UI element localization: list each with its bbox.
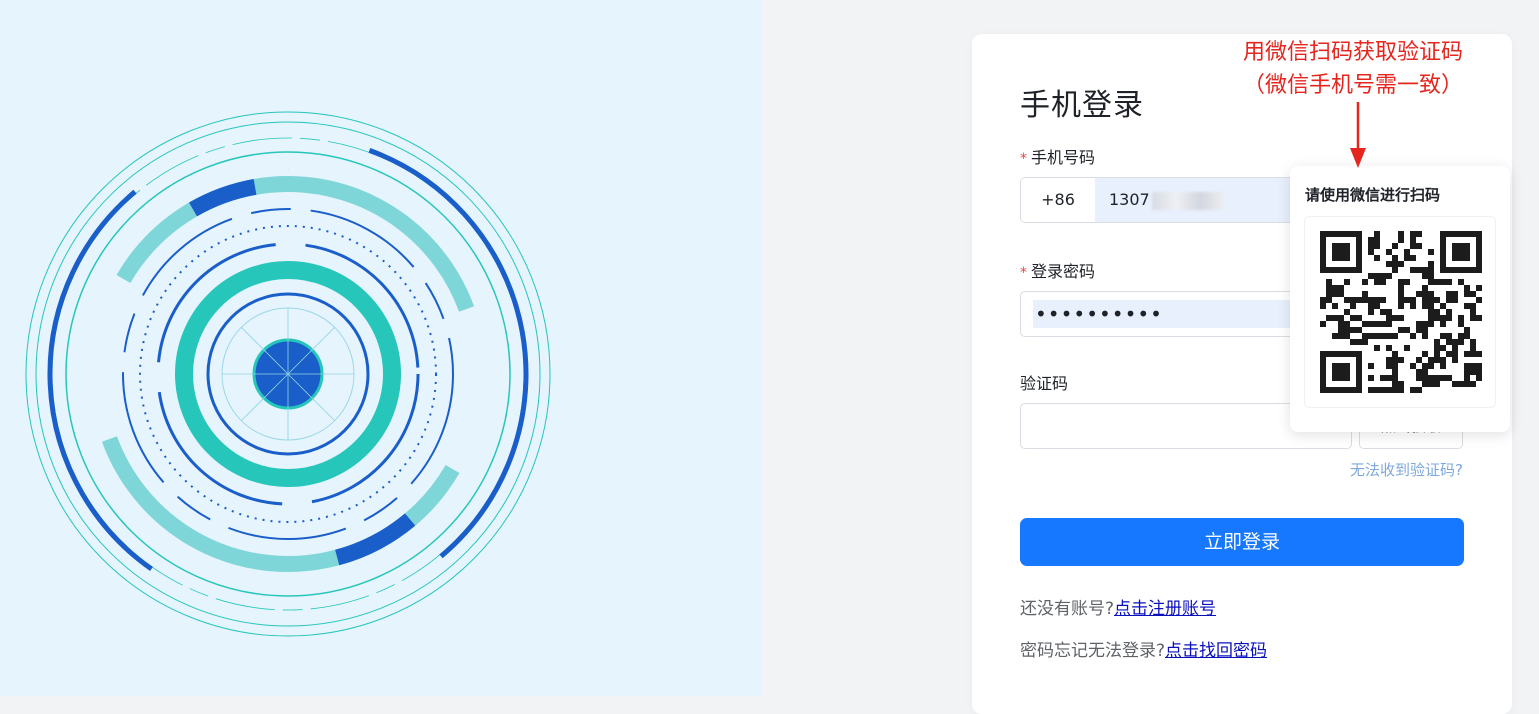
recover-line: 密码忘记无法登录?点击找回密码 <box>1020 636 1267 661</box>
masked-digits <box>1151 191 1224 210</box>
password-label-text: 登录密码 <box>1031 262 1096 281</box>
wechat-qr-popover: 请使用微信进行扫码 <box>1290 166 1510 432</box>
phone-label-text: 手机号码 <box>1031 148 1096 167</box>
no-account-text: 还没有账号? <box>1020 599 1115 619</box>
register-link[interactable]: 点击注册账号 <box>1114 599 1216 619</box>
illustration-panel <box>0 0 762 696</box>
forgot-text: 密码忘记无法登录? <box>1020 641 1166 661</box>
page-title: 手机登录 <box>1020 88 1144 123</box>
qr-popover-title: 请使用微信进行扫码 <box>1305 186 1441 204</box>
register-line: 还没有账号?点击注册账号 <box>1020 594 1216 619</box>
qr-frame <box>1304 216 1496 408</box>
required-mark: * <box>1020 151 1027 167</box>
required-mark: * <box>1020 265 1027 281</box>
login-button[interactable]: 立即登录 <box>1020 518 1464 566</box>
qr-code-icon[interactable] <box>1320 231 1482 393</box>
arrow-down-icon <box>1350 102 1366 168</box>
phone-input-value: 1307 <box>1109 190 1150 209</box>
phone-label: * 手机号码 <box>1020 144 1095 168</box>
country-code-prefix[interactable]: +86 <box>1021 178 1096 222</box>
tech-circle-illustration <box>25 111 551 637</box>
annotation-line-2: （微信手机号需一致） <box>1242 73 1463 98</box>
code-help-link[interactable]: 无法收到验证码? <box>1350 459 1463 480</box>
recover-password-link[interactable]: 点击找回密码 <box>1165 641 1267 661</box>
password-label: * 登录密码 <box>1020 258 1095 282</box>
code-label: 验证码 <box>1020 374 1069 393</box>
annotation-line-1: 用微信扫码获取验证码 <box>1242 40 1463 65</box>
